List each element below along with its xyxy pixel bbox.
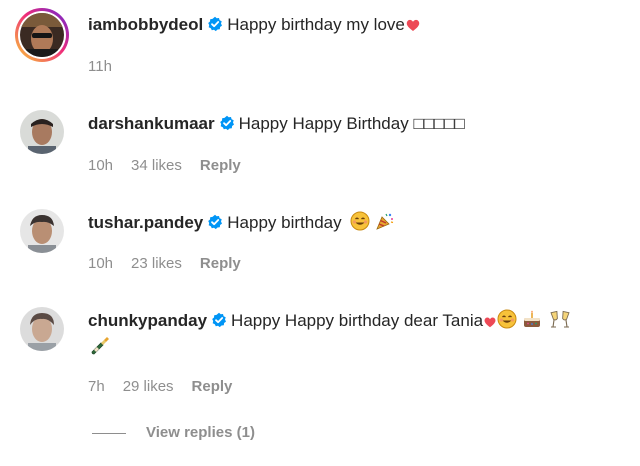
username[interactable]: iambobbydeol xyxy=(88,15,203,34)
reply-button[interactable]: Reply xyxy=(200,255,241,272)
comment-time[interactable]: 10h xyxy=(88,157,113,174)
smiling-face-icon xyxy=(497,309,517,335)
comment-time[interactable]: 7h xyxy=(88,378,105,395)
reply-button[interactable]: Reply xyxy=(192,378,233,395)
avatar[interactable] xyxy=(20,13,64,57)
comment-text: Happy birthday my love xyxy=(227,15,405,34)
replies-divider xyxy=(92,432,126,434)
heart-icon xyxy=(483,313,497,335)
smiling-face-icon xyxy=(350,211,370,237)
avatar[interactable] xyxy=(20,209,64,253)
likes-count[interactable]: 29 likes xyxy=(123,378,174,395)
heart-icon xyxy=(405,17,421,39)
avatar[interactable] xyxy=(20,110,64,154)
comment-text: Happy Happy birthday dear Tania xyxy=(231,311,484,330)
birthday-cake-icon xyxy=(522,309,542,335)
verified-badge-icon xyxy=(211,312,227,334)
username[interactable]: chunkypanday xyxy=(88,311,207,330)
comment-time[interactable]: 10h xyxy=(88,255,113,272)
story-ring[interactable] xyxy=(15,8,69,62)
verified-badge-icon xyxy=(207,16,223,38)
username[interactable]: darshankumaar xyxy=(88,114,215,133)
likes-count[interactable]: 23 likes xyxy=(131,255,182,272)
champagne-bottle-icon xyxy=(88,333,110,361)
comment-time[interactable]: 11h xyxy=(88,58,112,75)
likes-count[interactable]: 34 likes xyxy=(131,157,182,174)
verified-badge-icon xyxy=(219,115,235,137)
comment-text: Happy birthday xyxy=(227,213,342,232)
view-replies-button[interactable]: View replies (1) xyxy=(92,424,255,442)
avatar[interactable] xyxy=(20,307,64,351)
verified-badge-icon xyxy=(207,214,223,236)
reply-button[interactable]: Reply xyxy=(200,157,241,174)
comment-text: Happy Happy Birthday □□□□□ xyxy=(238,114,465,133)
party-popper-icon xyxy=(375,211,395,237)
username[interactable]: tushar.pandey xyxy=(88,213,203,232)
view-replies-label[interactable]: View replies (1) xyxy=(146,424,255,441)
clinking-glasses-icon xyxy=(549,309,571,335)
